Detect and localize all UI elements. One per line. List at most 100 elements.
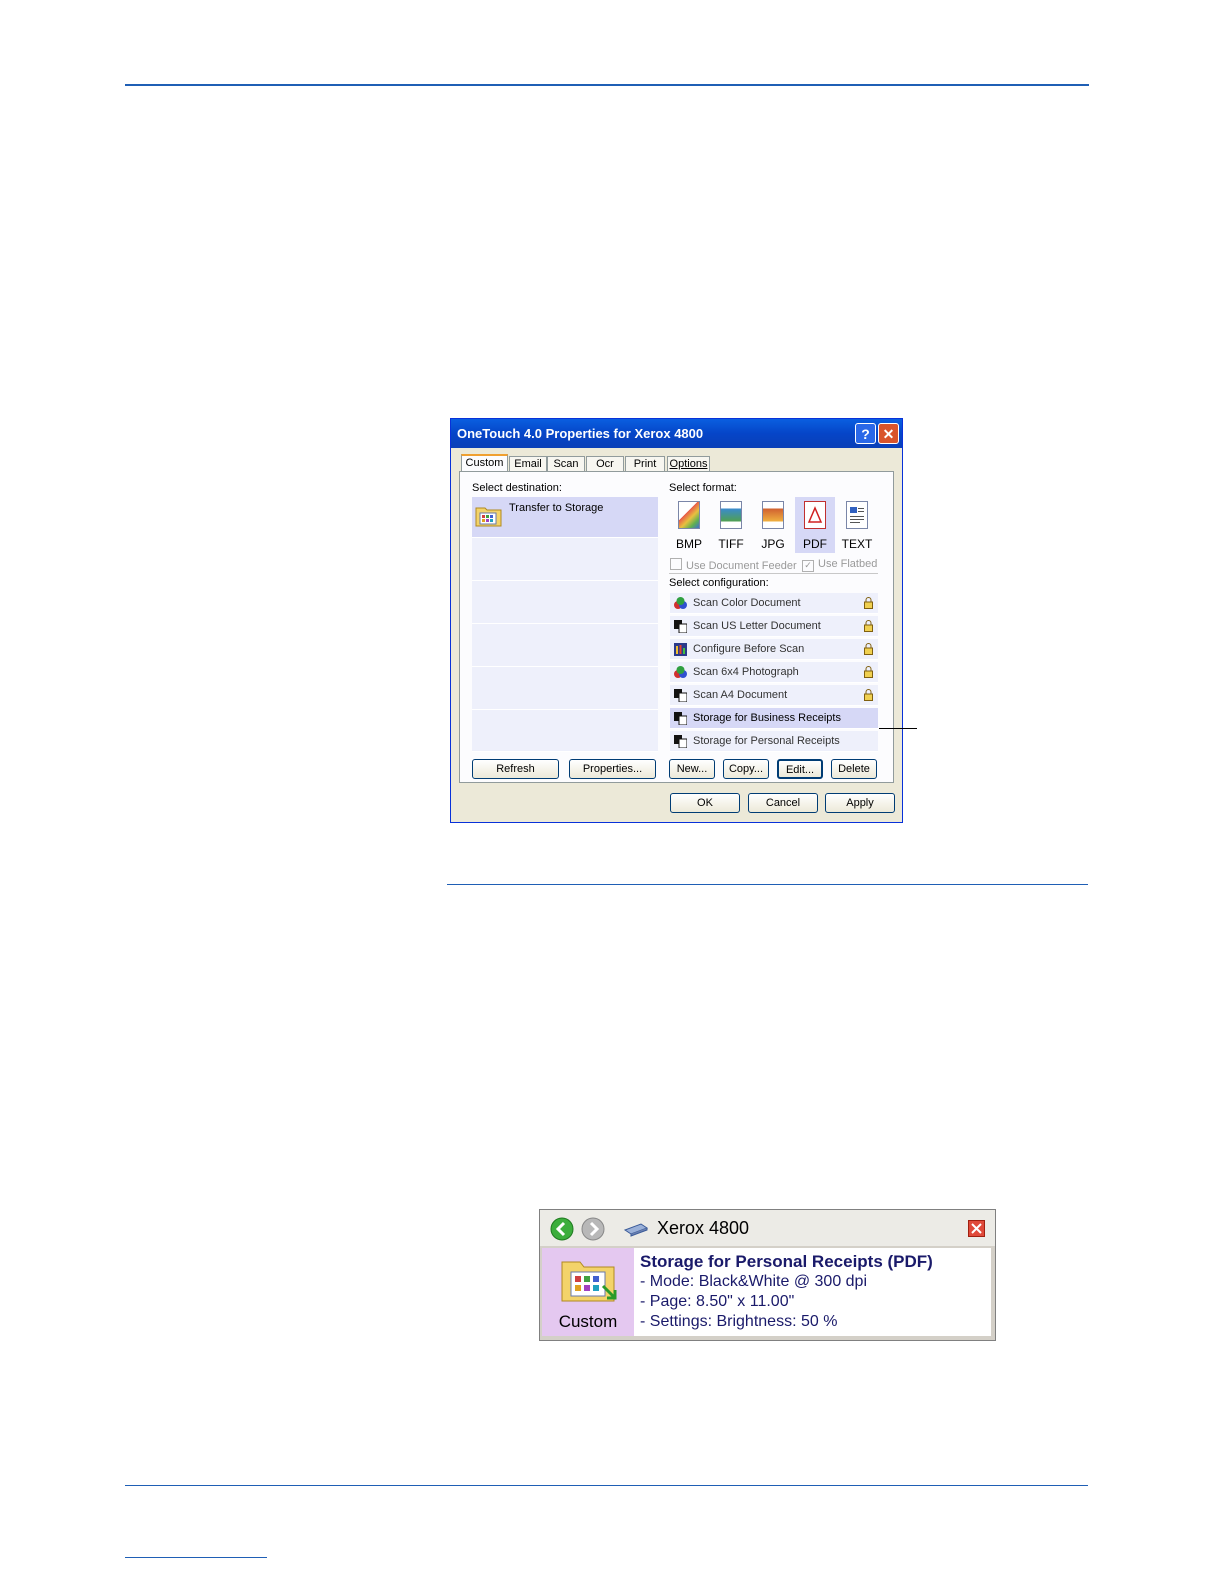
top-rule xyxy=(125,84,1089,86)
section-rule xyxy=(447,884,1088,885)
new-button[interactable]: New... xyxy=(669,759,715,779)
tab-options[interactable]: Options xyxy=(667,456,710,472)
tab-scan[interactable]: Scan xyxy=(547,456,585,472)
format-bmp[interactable]: BMP xyxy=(669,497,709,553)
lock-icon xyxy=(864,689,873,701)
config-label: Configure Before Scan xyxy=(693,643,805,655)
bw-document-icon xyxy=(674,620,687,633)
copy-button[interactable]: Copy... xyxy=(723,759,769,779)
config-label: Scan A4 Document xyxy=(693,689,788,701)
config-label: Scan US Letter Document xyxy=(693,620,821,632)
help-button[interactable]: ? xyxy=(855,423,876,444)
configure-icon xyxy=(674,643,687,656)
config-item-scan-us-letter-document[interactable]: Scan US Letter Document xyxy=(670,616,878,637)
forward-arrow-icon[interactable] xyxy=(581,1217,605,1241)
refresh-button[interactable]: Refresh xyxy=(472,759,559,779)
device-name: Xerox 4800 xyxy=(657,1218,750,1238)
page-line: - Page: 8.50" x 11.00" xyxy=(640,1293,795,1310)
properties-button[interactable]: Properties... xyxy=(569,759,656,779)
destination-empty-row xyxy=(472,624,658,667)
mode-line: - Mode: Black&White @ 300 dpi xyxy=(640,1273,868,1290)
use-flatbed-checkbox[interactable]: ✓ Use Flatbed xyxy=(802,558,877,572)
bw-document-icon xyxy=(674,712,687,725)
ok-button[interactable]: OK xyxy=(670,793,740,813)
tab-ocr[interactable]: Ocr xyxy=(586,456,624,472)
format-label: JPG xyxy=(761,537,785,551)
format-label: PDF xyxy=(803,537,827,551)
separator xyxy=(669,573,878,574)
callout-line xyxy=(879,728,917,729)
config-item-scan-a4-document[interactable]: Scan A4 Document xyxy=(670,685,878,706)
folder-icon xyxy=(475,507,502,527)
format-text[interactable]: TEXT xyxy=(837,497,877,553)
close-button[interactable]: ✕ xyxy=(878,423,899,444)
config-item-scan-6x4-photograph[interactable]: Scan 6x4 Photograph xyxy=(670,662,878,683)
use-document-feeder-checkbox[interactable]: Use Document Feeder xyxy=(670,558,797,572)
destination-empty-row xyxy=(472,710,658,752)
lock-icon xyxy=(864,643,873,655)
apply-button[interactable]: Apply xyxy=(825,793,895,813)
bmp-icon xyxy=(678,501,700,529)
scanner-icon xyxy=(623,1223,649,1237)
config-item-scan-color-document[interactable]: Scan Color Document xyxy=(670,593,878,614)
config-label: Scan 6x4 Photograph xyxy=(693,666,799,678)
dialog-title: OneTouch 4.0 Properties for Xerox 4800 xyxy=(451,419,902,448)
back-arrow-icon[interactable] xyxy=(550,1217,574,1241)
destination-item-transfer-to-storage[interactable]: Transfer to Storage xyxy=(472,497,658,538)
text-icon xyxy=(846,501,868,529)
settings-line: - Settings: Brightness: 50 % xyxy=(640,1313,838,1330)
color-scan-icon xyxy=(674,597,687,609)
tiff-icon xyxy=(720,501,742,529)
status-body: Custom Storage for Personal Receipts (PD… xyxy=(542,1248,991,1336)
config-label: Storage for Personal Receipts xyxy=(693,735,840,747)
checkbox-box xyxy=(670,558,682,570)
destination-list: Transfer to Storage xyxy=(472,497,658,752)
close-icon[interactable] xyxy=(968,1220,985,1237)
jpg-icon xyxy=(762,501,784,529)
color-scan-icon xyxy=(674,666,687,678)
check-icon: ✓ xyxy=(802,560,814,572)
lock-icon xyxy=(864,620,873,632)
custom-label: Custom xyxy=(558,1312,618,1331)
destination-empty-row xyxy=(472,667,658,710)
tab-print[interactable]: Print xyxy=(625,456,665,472)
destination-label: Transfer to Storage xyxy=(509,502,604,514)
text-glyph-icon xyxy=(850,507,864,523)
custom-button[interactable]: Custom xyxy=(542,1248,634,1336)
cancel-button[interactable]: Cancel xyxy=(748,793,818,813)
format-pdf[interactable]: PDF xyxy=(795,497,835,553)
bw-document-icon xyxy=(674,735,687,748)
use-document-feeder-label: Use Document Feeder xyxy=(686,560,797,572)
properties-dialog: OneTouch 4.0 Properties for Xerox 4800 ?… xyxy=(450,418,903,823)
pdf-icon xyxy=(804,501,826,529)
pdf-glyph-icon xyxy=(807,506,823,523)
select-destination-label: Select destination: xyxy=(472,482,562,494)
select-format-label: Select format: xyxy=(669,482,737,494)
tab-email[interactable]: Email xyxy=(509,456,547,472)
destination-empty-row xyxy=(472,538,658,581)
custom-folder-icon xyxy=(561,1261,617,1302)
config-item-storage-for-business-receipts[interactable]: Storage for Business Receipts xyxy=(670,708,878,729)
edit-button[interactable]: Edit... xyxy=(777,759,823,779)
delete-button[interactable]: Delete xyxy=(831,759,877,779)
format-tiff[interactable]: TIFF xyxy=(711,497,751,553)
bottom-rule xyxy=(125,1485,1088,1486)
config-item-storage-for-personal-receipts[interactable]: Storage for Personal Receipts xyxy=(670,731,878,752)
onetouch-status-panel: Xerox 4800 Custom Storage for Personal R… xyxy=(539,1209,996,1341)
config-label: Scan Color Document xyxy=(693,597,801,609)
format-label: TIFF xyxy=(718,537,744,551)
format-label: BMP xyxy=(675,537,702,551)
footer-rule xyxy=(125,1557,267,1558)
format-label: TEXT xyxy=(841,537,873,551)
config-label: Storage for Business Receipts xyxy=(693,712,841,724)
format-jpg[interactable]: JPG xyxy=(753,497,793,553)
use-flatbed-label: Use Flatbed xyxy=(818,558,878,570)
select-configuration-label: Select configuration: xyxy=(669,577,769,589)
destination-empty-row xyxy=(472,581,658,624)
bw-document-icon xyxy=(674,689,687,702)
status-details: Storage for Personal Receipts (PDF) - Mo… xyxy=(640,1252,933,1332)
config-item-configure-before-scan[interactable]: Configure Before Scan xyxy=(670,639,878,660)
lock-icon xyxy=(864,666,873,678)
lock-icon xyxy=(864,597,873,609)
configuration-title: Storage for Personal Receipts (PDF) xyxy=(640,1252,933,1271)
